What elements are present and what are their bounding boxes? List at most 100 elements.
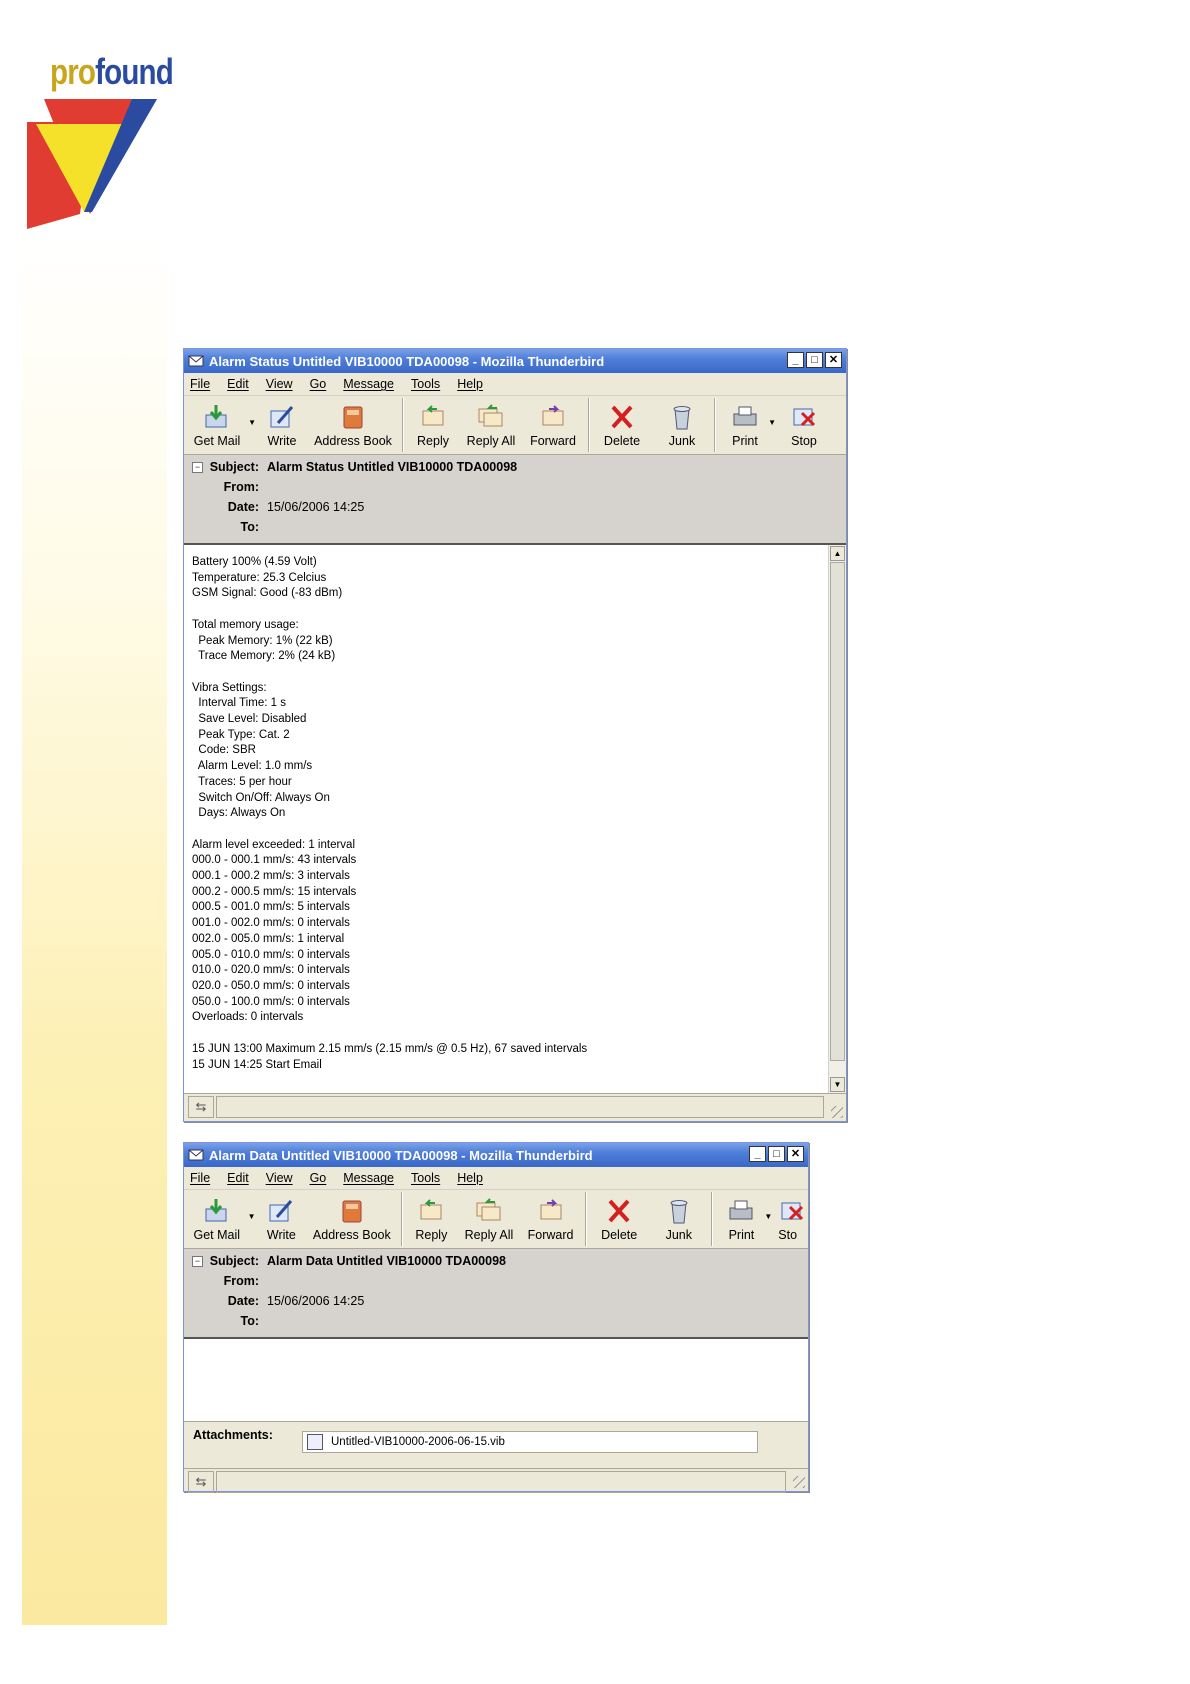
message-body-line: Overloads: 0 intervals bbox=[192, 1011, 304, 1024]
window-titlebar[interactable]: Alarm Status Untitled VIB10000 TDA00098 … bbox=[184, 349, 846, 373]
menu-message[interactable]: Message bbox=[343, 1171, 394, 1185]
message-body-line: Switch On/Off: Always On bbox=[192, 791, 330, 804]
toolbar-separator bbox=[400, 1192, 403, 1246]
resize-grip-icon[interactable] bbox=[793, 1476, 805, 1488]
junk-icon bbox=[673, 406, 691, 430]
message-body-line: 000.5 - 001.0 mm/s: 5 intervals bbox=[192, 901, 350, 914]
collapse-headers-icon[interactable]: − bbox=[192, 462, 203, 473]
maximize-button[interactable]: □ bbox=[768, 1146, 785, 1162]
address-book-icon bbox=[343, 406, 363, 429]
menu-edit[interactable]: Edit bbox=[227, 1171, 249, 1185]
menu-go[interactable]: Go bbox=[310, 377, 327, 391]
message-body-line: 000.1 - 000.2 mm/s: 3 intervals bbox=[192, 870, 350, 883]
write-button[interactable]: Write bbox=[254, 1190, 310, 1248]
from-label: From: bbox=[223, 480, 259, 494]
reply-all-button[interactable]: Reply All bbox=[460, 1190, 518, 1248]
menu-tools[interactable]: Tools bbox=[411, 377, 440, 391]
scroll-down-arrow-icon[interactable]: ▼ bbox=[830, 1077, 845, 1092]
menu-file[interactable]: File bbox=[190, 377, 210, 391]
message-body-line bbox=[192, 822, 846, 838]
menu-help[interactable]: Help bbox=[457, 1171, 483, 1185]
date-label: Date: bbox=[227, 1294, 259, 1308]
reply-all-button[interactable]: Reply All bbox=[462, 396, 520, 454]
reply-icon bbox=[420, 1199, 442, 1220]
message-body-line bbox=[192, 602, 846, 618]
write-icon bbox=[270, 406, 294, 428]
reply-button[interactable]: Reply bbox=[410, 396, 456, 454]
date-label: Date: bbox=[227, 500, 259, 514]
print-dropdown-icon[interactable]: ▼ bbox=[764, 1212, 772, 1221]
status-bar: ⇆ bbox=[184, 1469, 808, 1495]
menu-message[interactable]: Message bbox=[343, 377, 394, 391]
menu-view[interactable]: View bbox=[266, 1171, 293, 1185]
collapse-headers-icon[interactable]: − bbox=[192, 1256, 203, 1267]
print-button[interactable]: Print ▼ bbox=[719, 1190, 772, 1248]
status-text-field bbox=[216, 1471, 786, 1493]
logo-emblem-icon bbox=[27, 99, 157, 229]
date-value: 15/06/2006 14:25 bbox=[267, 1294, 365, 1308]
print-dropdown-icon[interactable]: ▼ bbox=[768, 418, 776, 427]
attachment-item[interactable]: Untitled-VIB10000-2006-06-15.vib bbox=[302, 1431, 758, 1453]
resize-grip-icon[interactable] bbox=[831, 1106, 843, 1118]
close-button[interactable]: ✕ bbox=[825, 352, 842, 368]
stop-button[interactable]: Sto bbox=[778, 1190, 808, 1248]
delete-button[interactable]: Delete bbox=[593, 1190, 645, 1248]
maximize-button[interactable]: □ bbox=[806, 352, 823, 368]
junk-button[interactable]: Junk bbox=[656, 396, 708, 454]
menu-go[interactable]: Go bbox=[310, 1171, 327, 1185]
message-body-line: Days: Always On bbox=[192, 807, 286, 820]
vertical-scrollbar[interactable]: ▲ ▼ bbox=[828, 545, 846, 1093]
print-button[interactable]: Print ▼ bbox=[722, 396, 776, 454]
menu-file[interactable]: File bbox=[190, 1171, 210, 1185]
close-button[interactable]: ✕ bbox=[787, 1146, 804, 1162]
window-title: Alarm Data Untitled VIB10000 TDA00098 - … bbox=[209, 1147, 593, 1163]
junk-button[interactable]: Junk bbox=[653, 1190, 705, 1248]
thunderbird-app-icon bbox=[188, 355, 204, 367]
forward-button[interactable]: Forward bbox=[522, 1190, 580, 1248]
menu-tools[interactable]: Tools bbox=[411, 1171, 440, 1185]
message-body[interactable] bbox=[184, 1339, 808, 1422]
get-mail-button[interactable]: Get Mail ▼ bbox=[186, 396, 256, 454]
menu-edit[interactable]: Edit bbox=[227, 377, 249, 391]
minimize-button[interactable]: _ bbox=[787, 352, 804, 368]
online-status-icon[interactable]: ⇆ bbox=[188, 1096, 214, 1118]
delete-button[interactable]: Delete bbox=[596, 396, 648, 454]
address-book-button[interactable]: Address Book bbox=[310, 396, 396, 454]
scroll-up-arrow-icon[interactable]: ▲ bbox=[830, 546, 845, 561]
write-button[interactable]: Write bbox=[254, 396, 310, 454]
message-body-text: Battery 100% (4.59 Volt) Temperature: 25.… bbox=[184, 545, 846, 1073]
menu-bar: File Edit View Go Message Tools Help bbox=[184, 1167, 808, 1190]
print-icon bbox=[729, 1200, 753, 1220]
forward-button[interactable]: Forward bbox=[524, 396, 582, 454]
attachments-pane: Attachments: Untitled-VIB10000-2006-06-1… bbox=[184, 1422, 808, 1469]
message-body-line: Traces: 5 per hour bbox=[192, 775, 292, 788]
attachments-label: Attachments: bbox=[193, 1428, 273, 1442]
reply-button[interactable]: Reply bbox=[409, 1190, 455, 1248]
menu-view[interactable]: View bbox=[266, 377, 293, 391]
address-book-button[interactable]: Address Book bbox=[309, 1190, 394, 1248]
stop-button[interactable]: Stop bbox=[782, 396, 826, 454]
message-body-line: Peak Memory: 1% (22 kB) bbox=[192, 634, 333, 647]
online-status-icon[interactable]: ⇆ bbox=[188, 1471, 214, 1493]
message-body-line: 000.2 - 000.5 mm/s: 15 intervals bbox=[192, 885, 357, 898]
toolbar-separator bbox=[402, 398, 404, 452]
message-body-line: Battery 100% (4.59 Volt) bbox=[192, 556, 317, 568]
message-header-pane: − Subject: Alarm Status Untitled VIB10000… bbox=[184, 455, 846, 545]
message-body-line: Temperature: 25.3 Celcius bbox=[192, 571, 327, 584]
minimize-button[interactable]: _ bbox=[749, 1146, 766, 1162]
reply-all-icon bbox=[476, 1198, 501, 1221]
message-body-line: 010.0 - 020.0 mm/s: 0 intervals bbox=[192, 964, 350, 977]
scrollbar-thumb[interactable] bbox=[830, 562, 845, 1061]
message-body-line: Trace Memory: 2% (24 kB) bbox=[192, 650, 336, 663]
logo-wordmark: profound bbox=[50, 51, 174, 92]
window-titlebar[interactable]: Alarm Data Untitled VIB10000 TDA00098 - … bbox=[184, 1143, 808, 1167]
main-toolbar: Get Mail ▼ Write Address Book Reply Reply… bbox=[184, 396, 846, 455]
get-mail-icon bbox=[205, 405, 227, 428]
message-body-line: Total memory usage: bbox=[192, 618, 299, 631]
message-body-line: Alarm level exceeded: 1 interval bbox=[192, 838, 355, 851]
menu-help[interactable]: Help bbox=[457, 377, 483, 391]
stop-icon bbox=[793, 408, 816, 427]
message-body[interactable]: Battery 100% (4.59 Volt) Temperature: 25.… bbox=[184, 545, 846, 1094]
decorative-side-band bbox=[22, 230, 167, 1625]
get-mail-button[interactable]: Get Mail ▼ bbox=[186, 1190, 256, 1248]
